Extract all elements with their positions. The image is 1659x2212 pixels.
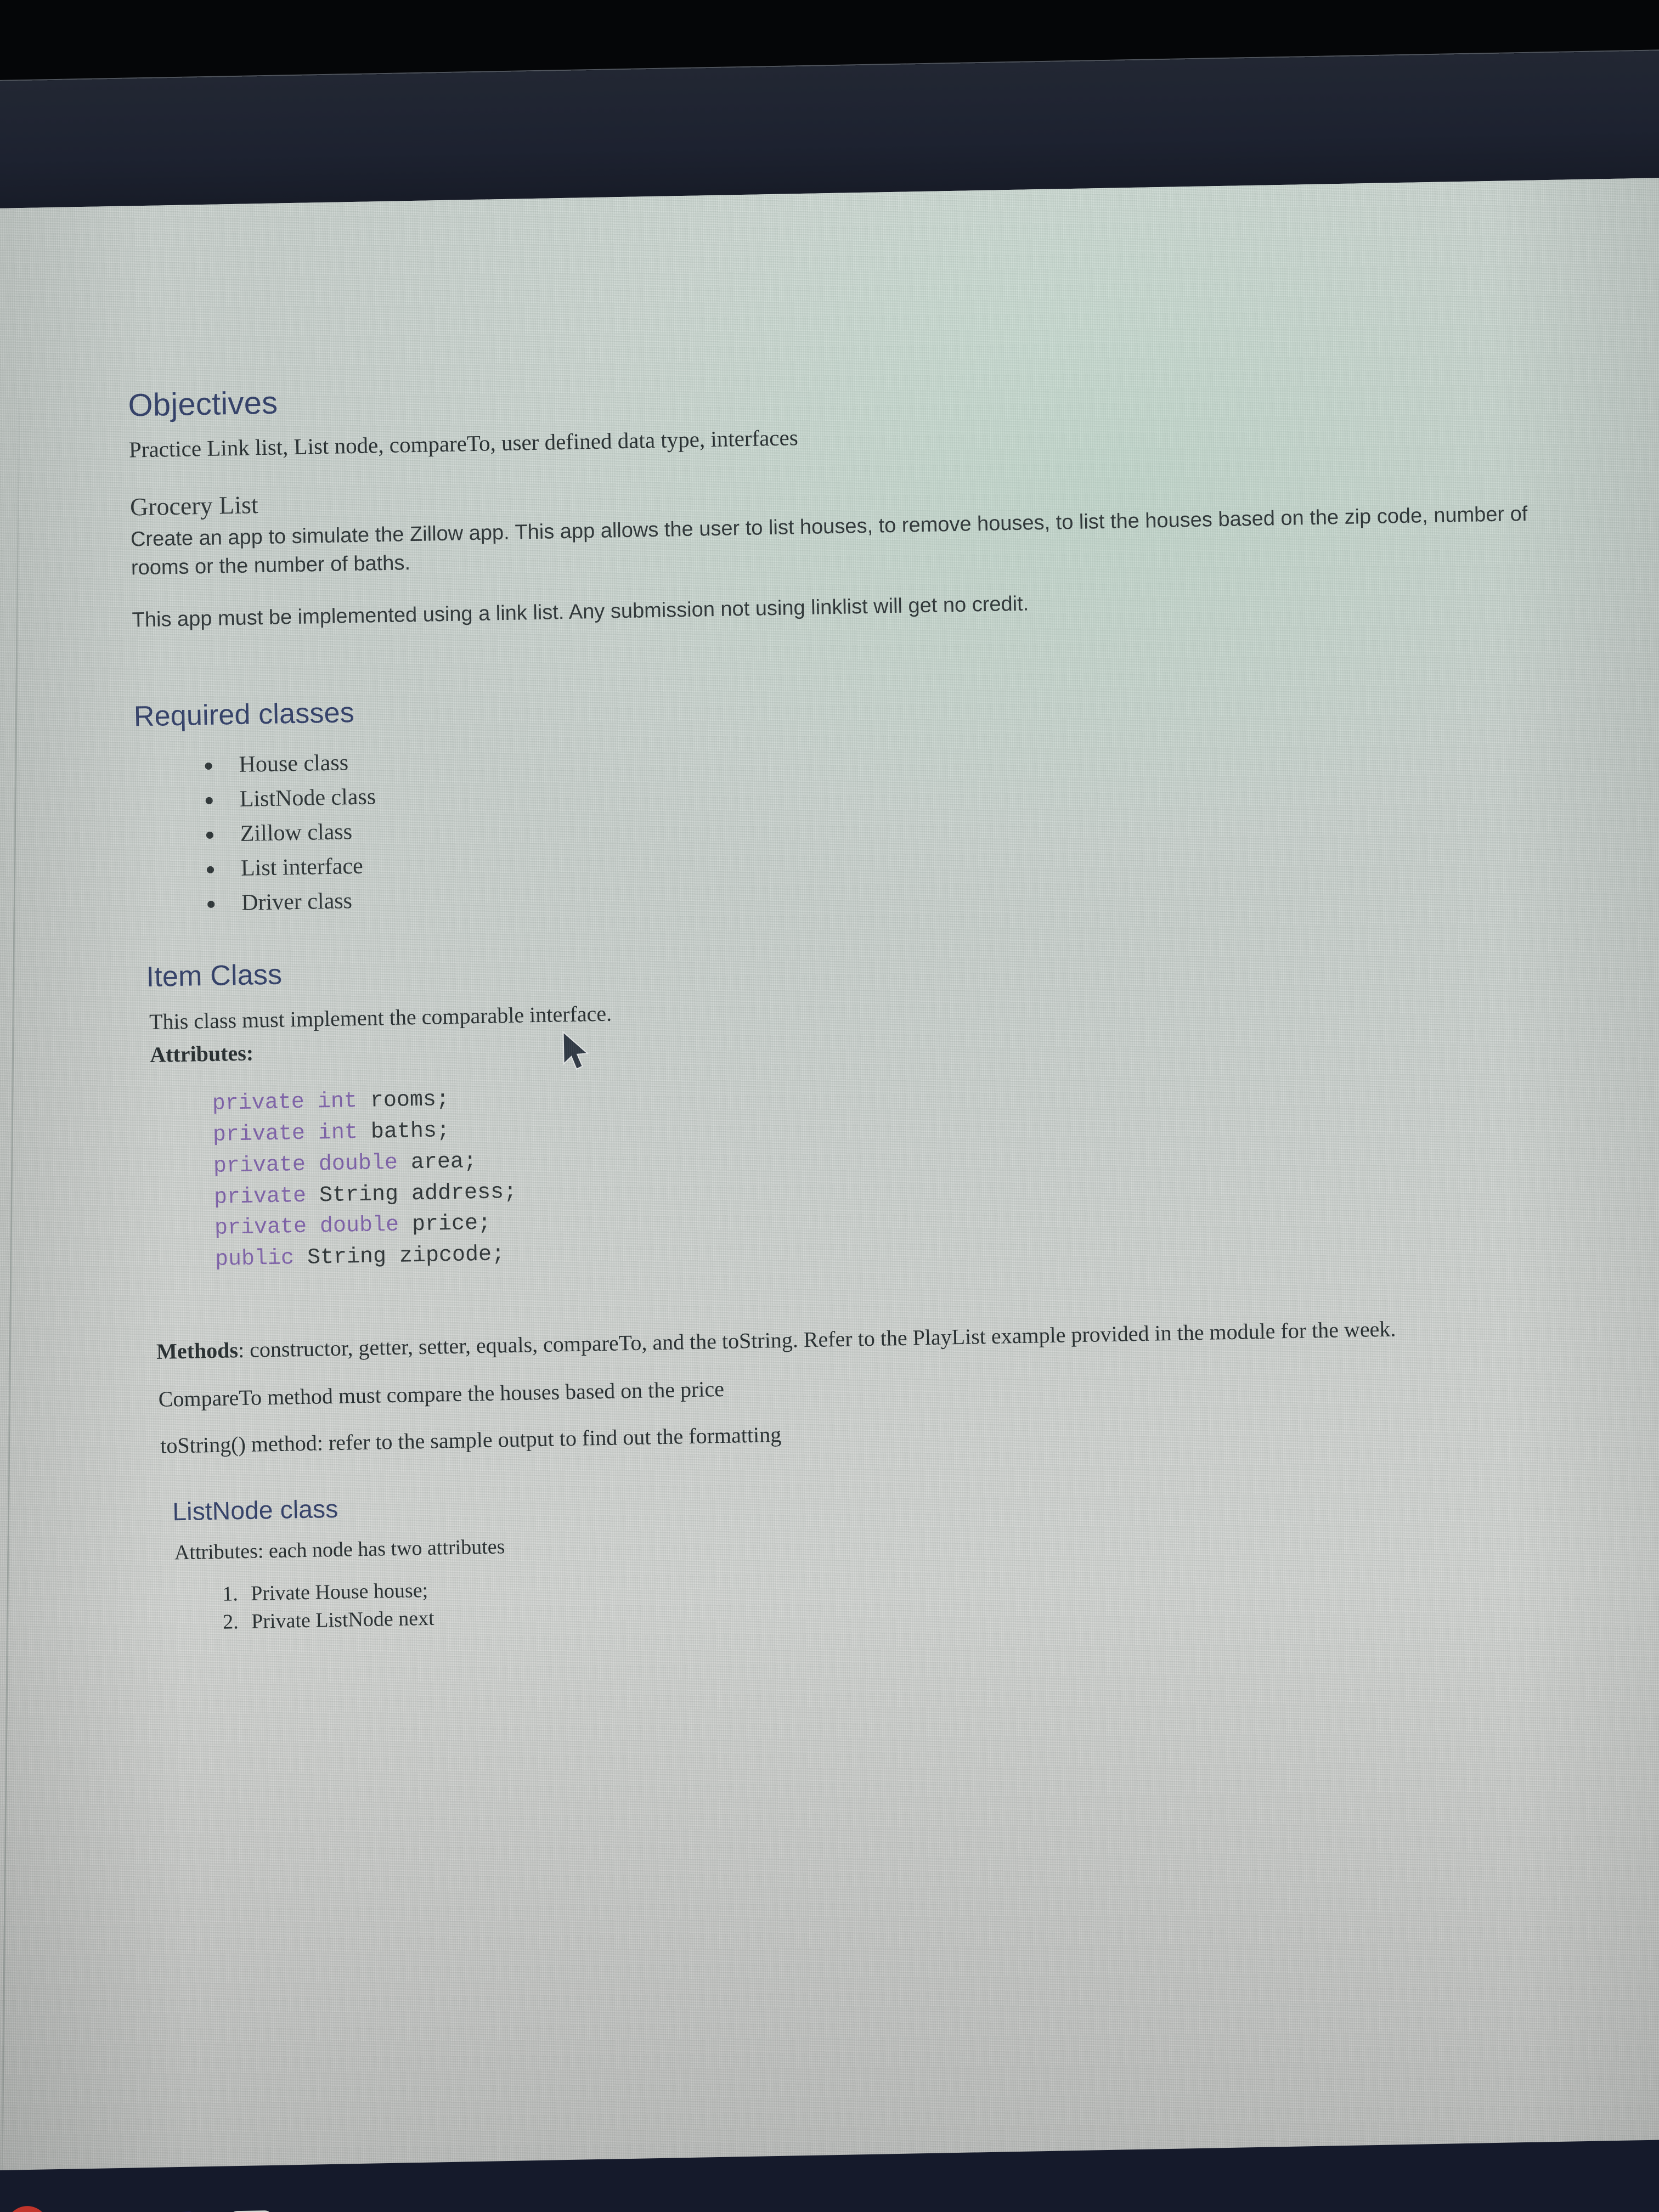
methods-label: Methods bbox=[156, 1338, 239, 1364]
code-rest: area; bbox=[397, 1149, 477, 1176]
code-keyword: private bbox=[213, 1152, 306, 1179]
code-keyword: private bbox=[212, 1090, 305, 1117]
listnode-attributes-line: Attributes: each node has two attributes bbox=[174, 1535, 505, 1565]
document-screen: Objectives Practice Link list, List node… bbox=[0, 177, 1659, 2207]
methods-text: : constructor, getter, setter, equals, c… bbox=[238, 1316, 1396, 1363]
code-keyword: private bbox=[214, 1215, 307, 1242]
page-left-edge bbox=[1, 208, 22, 2205]
taskbar-icon-group bbox=[5, 2202, 273, 2212]
code-block-attributes: private int rooms; private int baths; pr… bbox=[140, 1065, 1548, 1278]
document-body: Objectives Practice Link list, List node… bbox=[128, 362, 1555, 1638]
red-circle-app-icon[interactable] bbox=[5, 2205, 49, 2212]
methods-paragraph: Methods: constructor, getter, setter, eq… bbox=[156, 1312, 1550, 1365]
code-type: int bbox=[317, 1089, 358, 1115]
code-keyword: public bbox=[215, 1246, 295, 1272]
code-type: int bbox=[318, 1120, 358, 1146]
listnode-attributes-list: Private House house; Private ListNode ne… bbox=[150, 1556, 1555, 1638]
code-rest: String zipcode; bbox=[294, 1242, 505, 1271]
code-rest: String address; bbox=[306, 1180, 517, 1209]
compareto-note: CompareTo method must compare the houses… bbox=[158, 1376, 725, 1412]
code-rest: baths; bbox=[357, 1118, 450, 1146]
required-classes-list: House class ListNode class Zillow class … bbox=[134, 724, 1542, 923]
code-keyword: private bbox=[212, 1121, 306, 1148]
code-rest: rooms; bbox=[357, 1087, 450, 1114]
code-rest: price; bbox=[398, 1211, 492, 1238]
code-type: double bbox=[318, 1150, 398, 1177]
code-type: double bbox=[319, 1213, 399, 1239]
photo-of-monitor: Objectives Practice Link list, List node… bbox=[0, 0, 1659, 2212]
code-keyword: private bbox=[213, 1183, 307, 1210]
